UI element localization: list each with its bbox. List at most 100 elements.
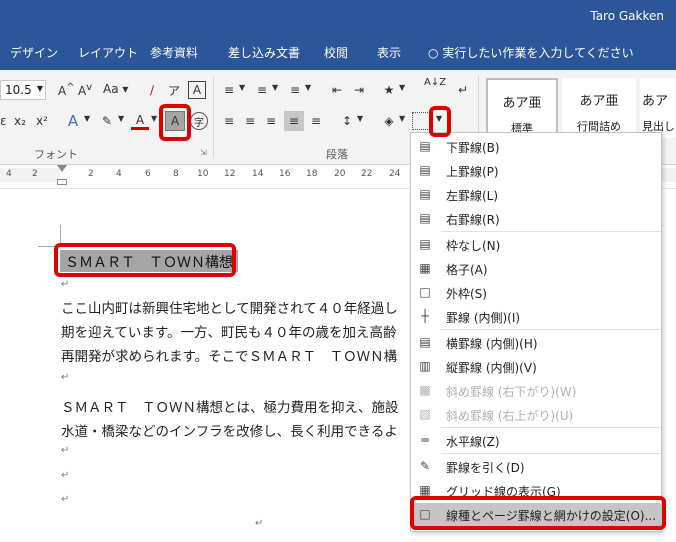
paragraph-mark: ↵	[61, 372, 70, 383]
menu-item-inside-borders[interactable]: ┼ 罫線 (内側)(I)	[412, 305, 661, 328]
no-border-icon: ▤	[419, 237, 431, 251]
highlight-borders-dropdown	[429, 106, 451, 137]
tab-references[interactable]: 参考資料	[150, 44, 198, 61]
enclose-characters-icon[interactable]: 字	[190, 112, 208, 130]
body-text-line[interactable]: 再開発が求められます。そこでＳＭＡＲＴ ＴＯＷＮ構	[61, 345, 397, 365]
chevron-down-icon[interactable]: ▼	[305, 83, 311, 92]
increase-indent-icon[interactable]: ⇥	[350, 81, 368, 99]
ruler-tick: 22	[361, 169, 373, 179]
chevron-down-icon[interactable]: ▼	[357, 114, 363, 123]
show-paragraph-marks-icon[interactable]: ↵	[454, 81, 472, 99]
align-left-icon[interactable]: ≡	[220, 112, 238, 130]
ruler-tick: 24	[389, 169, 401, 179]
tab-layout[interactable]: レイアウト	[78, 44, 138, 61]
change-case-button[interactable]: Aa ▾	[103, 82, 128, 96]
horizontal-line-icon: ═	[421, 433, 429, 447]
body-text-line[interactable]: 水道・橋梁などのインフラを改修し、長く利用できるよ	[61, 420, 398, 440]
text-effects-button[interactable]: A	[64, 112, 82, 130]
strikethrough-icon[interactable]: ɛ	[0, 114, 7, 128]
indent-marker[interactable]	[57, 165, 67, 172]
menu-item-draw-table[interactable]: ✎ 罫線を引く(D)	[412, 455, 661, 478]
borders-dropdown-menu: ▤ 下罫線(B) ▤ 上罫線(P) ▤ 左罫線(L) ▤ 右罫線(R) ▤ 枠なし(N) …	[410, 132, 662, 532]
font-color-button[interactable]: A	[131, 112, 149, 130]
draw-table-icon: ✎	[419, 459, 431, 473]
phonetic-guide-icon[interactable]: ア	[165, 81, 183, 99]
inside-horizontal-border-icon: ▤	[419, 335, 431, 349]
highlight-borders-shading-item	[410, 496, 666, 530]
menu-item-outside-borders[interactable]: □ 外枠(S)	[412, 281, 661, 304]
style-preview: あア	[642, 94, 669, 109]
menu-item-bottom-border[interactable]: ▤ 下罫線(B)	[412, 135, 661, 158]
superscript-icon[interactable]: x²	[36, 114, 48, 128]
align-center-icon[interactable]: ≡	[241, 112, 259, 130]
chevron-down-icon[interactable]: ▼	[84, 114, 90, 123]
body-text-line[interactable]: ここ山内町は新興住宅地として開発されて４０年経過し	[61, 297, 398, 317]
menu-item-right-border[interactable]: ▤ 右罫線(R)	[412, 207, 661, 230]
menu-item-inside-horizontal[interactable]: ▤ 横罫線 (内側)(H)	[412, 331, 661, 354]
ruler-tick: 20	[334, 169, 346, 179]
menu-item-horizontal-line[interactable]: ═ 水平線(Z)	[412, 429, 661, 452]
tab-mailings[interactable]: 差し込み文書	[228, 44, 300, 61]
right-border-icon: ▤	[419, 211, 431, 225]
body-text-line[interactable]: 期を迎えています。一方、町民も４０年の歳を加え高齢	[61, 321, 396, 341]
style-normal[interactable]: あア亜 標準	[486, 78, 558, 138]
character-border-icon[interactable]: A	[188, 81, 206, 99]
chevron-down-icon[interactable]: ▼	[118, 114, 124, 123]
line-spacing-icon[interactable]: ↕	[338, 112, 356, 130]
paragraph-mark: ↵	[61, 470, 70, 481]
chevron-down-icon[interactable]: ▼	[151, 114, 157, 123]
ruler-tick: 16	[279, 169, 291, 179]
dialog-launcher-icon[interactable]: ⇲	[200, 148, 207, 157]
decrease-indent-icon[interactable]: ⇤	[328, 81, 346, 99]
tell-me-box[interactable]: ○ 実行したい作業を入力してください	[428, 44, 634, 61]
style-no-spacing[interactable]: あア亜 行間詰め	[562, 78, 636, 138]
menu-item-top-border[interactable]: ▤ 上罫線(P)	[412, 159, 661, 182]
justify-icon[interactable]: ≡	[284, 111, 304, 131]
body-text-line[interactable]: ＳＭＡＲＴ ＴＯＷＮ構想とは、極力費用を抑え、施設	[61, 396, 399, 416]
multilevel-list-icon[interactable]: ≡	[286, 81, 304, 99]
title-bar: Taro Gakken	[0, 0, 676, 32]
tab-design[interactable]: デザイン	[10, 44, 58, 61]
shrink-font-icon[interactable]: Av	[78, 82, 92, 98]
user-name[interactable]: Taro Gakken	[590, 9, 664, 23]
style-heading[interactable]: あア 見出し	[640, 78, 676, 138]
clear-formatting-icon[interactable]: ∕	[143, 81, 161, 99]
ruler-tick: 18	[306, 169, 318, 179]
grow-font-icon[interactable]: A^	[58, 82, 75, 98]
borders-button-icon[interactable]	[412, 112, 430, 130]
menu-item-inside-vertical[interactable]: ▥ 縦罫線 (内側)(V)	[412, 355, 661, 378]
style-preview: あア亜	[579, 94, 619, 109]
paragraph-shading-icon[interactable]: ◈	[380, 112, 398, 130]
menu-item-no-border[interactable]: ▤ 枠なし(N)	[412, 233, 661, 256]
subscript-icon[interactable]: x₂	[14, 114, 26, 128]
distributed-icon[interactable]: ≡	[307, 112, 325, 130]
ruler-tick: 4	[6, 169, 12, 179]
ribbon-tab-bar: デザイン レイアウト 参考資料 差し込み文書 校閲 表示 ○ 実行したい作業を入…	[0, 32, 676, 70]
chevron-down-icon[interactable]: ▼	[399, 114, 405, 123]
asian-layout-icon[interactable]: ★	[380, 81, 398, 99]
menu-item-all-borders[interactable]: ▦ 格子(A)	[412, 257, 661, 280]
chevron-down-icon[interactable]: ▼	[239, 83, 245, 92]
indent-marker[interactable]	[57, 179, 67, 185]
bullets-icon[interactable]: ≡	[220, 81, 238, 99]
inside-vertical-border-icon: ▥	[419, 359, 431, 373]
paragraph-mark: ↵	[61, 279, 70, 290]
lightbulb-icon: ○	[428, 46, 439, 60]
diagonal-down-border-icon: ▩	[419, 383, 431, 397]
group-divider	[213, 76, 214, 158]
chevron-down-icon[interactable]: ▼	[399, 83, 405, 92]
chevron-down-icon[interactable]: ▼	[272, 83, 278, 92]
align-right-icon[interactable]: ≡	[262, 112, 280, 130]
paragraph-mark: ↵	[255, 518, 264, 529]
menu-item-left-border[interactable]: ▤ 左罫線(L)	[412, 183, 661, 206]
font-size-box[interactable]: 10.5 ▼	[0, 80, 46, 100]
menu-item-diagonal-down[interactable]: ▩ 斜め罫線 (右下がり)(W)	[412, 379, 661, 402]
menu-item-diagonal-up[interactable]: ▨ 斜め罫線 (右上がり)(U)	[412, 403, 661, 426]
paragraph-mark: ↵	[61, 445, 70, 456]
highlight-pen-icon[interactable]: ✎	[98, 112, 116, 130]
font-size-value: 10.5	[5, 83, 32, 97]
sort-icon[interactable]: A↓Z	[424, 78, 446, 88]
numbering-icon[interactable]: ≡	[253, 81, 271, 99]
tab-review[interactable]: 校閲	[324, 44, 348, 61]
tab-view[interactable]: 表示	[377, 44, 401, 61]
